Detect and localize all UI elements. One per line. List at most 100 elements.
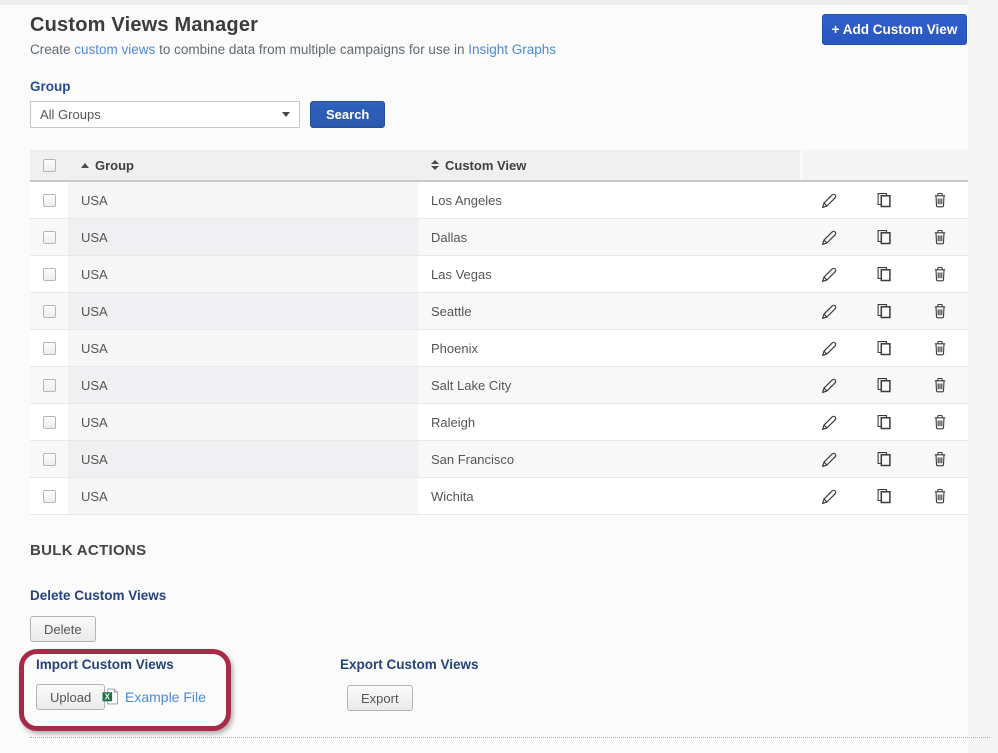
select-all-checkbox-cell	[30, 150, 68, 180]
row-checkbox[interactable]	[43, 490, 56, 503]
table-row: USA San Francisco	[30, 441, 968, 478]
delete-row-button[interactable]	[912, 182, 968, 218]
delete-row-button[interactable]	[912, 219, 968, 255]
upload-button[interactable]: Upload	[36, 684, 105, 710]
column-header-group[interactable]: Group	[68, 150, 418, 180]
delete-row-button[interactable]	[912, 293, 968, 329]
subtitle-text: Create	[30, 42, 74, 57]
edit-button[interactable]	[800, 441, 856, 477]
row-checkbox-cell	[30, 330, 68, 366]
row-checkbox[interactable]	[43, 231, 56, 244]
row-checkbox[interactable]	[43, 194, 56, 207]
pencil-icon	[819, 487, 837, 505]
export-button[interactable]: Export	[347, 685, 413, 711]
group-select-value: All Groups	[40, 107, 282, 122]
copy-button[interactable]	[856, 256, 912, 292]
copy-icon	[875, 376, 893, 394]
row-checkbox-cell	[30, 256, 68, 292]
copy-button[interactable]	[856, 367, 912, 403]
edit-button[interactable]	[800, 293, 856, 329]
group-select[interactable]: All Groups	[30, 101, 300, 128]
edit-button[interactable]	[800, 256, 856, 292]
trash-icon	[931, 450, 949, 468]
row-checkbox[interactable]	[43, 268, 56, 281]
chevron-down-icon	[282, 112, 290, 117]
copy-button[interactable]	[856, 182, 912, 218]
row-group-cell: USA	[68, 219, 418, 255]
trash-icon	[931, 376, 949, 394]
copy-icon	[875, 191, 893, 209]
copy-icon	[875, 413, 893, 431]
row-checkbox[interactable]	[43, 453, 56, 466]
column-header-custom-view[interactable]: Custom View	[418, 150, 800, 180]
pencil-icon	[819, 191, 837, 209]
edit-button[interactable]	[800, 478, 856, 514]
copy-button[interactable]	[856, 478, 912, 514]
delete-row-button[interactable]	[912, 404, 968, 440]
example-file-link-label: Example File	[125, 689, 206, 705]
edit-button[interactable]	[800, 330, 856, 366]
delete-row-button[interactable]	[912, 367, 968, 403]
copy-icon	[875, 487, 893, 505]
row-checkbox[interactable]	[43, 305, 56, 318]
trash-icon	[931, 302, 949, 320]
edit-button[interactable]	[800, 219, 856, 255]
group-filter: Group All Groups Search	[30, 79, 385, 128]
row-checkbox-cell	[30, 441, 68, 477]
pencil-icon	[819, 228, 837, 246]
row-group-cell: USA	[68, 367, 418, 403]
copy-button[interactable]	[856, 441, 912, 477]
copy-button[interactable]	[856, 293, 912, 329]
trash-icon	[931, 339, 949, 357]
copy-icon	[875, 228, 893, 246]
row-custom-view-cell: Las Vegas	[418, 256, 800, 292]
subtitle-text: to combine data from multiple campaigns …	[155, 42, 468, 57]
row-custom-view-cell: Salt Lake City	[418, 367, 800, 403]
delete-button[interactable]: Delete	[30, 616, 96, 642]
import-custom-views-heading: Import Custom Views	[36, 657, 174, 672]
edit-button[interactable]	[800, 404, 856, 440]
sort-both-icon	[431, 160, 439, 170]
table-row: USA Las Vegas	[30, 256, 968, 293]
search-button[interactable]: Search	[310, 101, 385, 128]
column-header-custom-view-label: Custom View	[445, 158, 526, 173]
column-header-actions	[800, 150, 968, 180]
row-checkbox-cell	[30, 404, 68, 440]
row-group-cell: USA	[68, 293, 418, 329]
copy-icon	[875, 265, 893, 283]
custom-views-link[interactable]: custom views	[74, 42, 155, 57]
copy-icon	[875, 302, 893, 320]
trash-icon	[931, 228, 949, 246]
page-right-edge	[968, 0, 998, 753]
row-checkbox[interactable]	[43, 416, 56, 429]
row-checkbox[interactable]	[43, 379, 56, 392]
page-title: Custom Views Manager	[30, 14, 556, 37]
delete-row-button[interactable]	[912, 256, 968, 292]
copy-button[interactable]	[856, 330, 912, 366]
row-custom-view-cell: Phoenix	[418, 330, 800, 366]
row-custom-view-cell: Raleigh	[418, 404, 800, 440]
insight-graphs-link[interactable]: Insight Graphs	[468, 42, 556, 57]
edit-button[interactable]	[800, 182, 856, 218]
row-group-cell: USA	[68, 441, 418, 477]
example-file-link[interactable]: X Example File	[102, 688, 206, 705]
add-custom-view-button[interactable]: + Add Custom View	[822, 14, 967, 45]
column-header-group-label: Group	[95, 158, 134, 173]
row-checkbox[interactable]	[43, 342, 56, 355]
edit-button[interactable]	[800, 367, 856, 403]
trash-icon	[931, 265, 949, 283]
delete-row-button[interactable]	[912, 441, 968, 477]
copy-button[interactable]	[856, 219, 912, 255]
select-all-checkbox[interactable]	[43, 159, 56, 172]
delete-custom-views-heading: Delete Custom Views	[30, 588, 166, 603]
row-checkbox-cell	[30, 219, 68, 255]
table-body: USA Los Angeles	[30, 182, 968, 515]
row-custom-view-cell: Seattle	[418, 293, 800, 329]
row-group-cell: USA	[68, 330, 418, 366]
table-row: USA Salt Lake City	[30, 367, 968, 404]
row-group-cell: USA	[68, 256, 418, 292]
page-top-edge	[0, 0, 998, 5]
copy-button[interactable]	[856, 404, 912, 440]
delete-row-button[interactable]	[912, 478, 968, 514]
delete-row-button[interactable]	[912, 330, 968, 366]
